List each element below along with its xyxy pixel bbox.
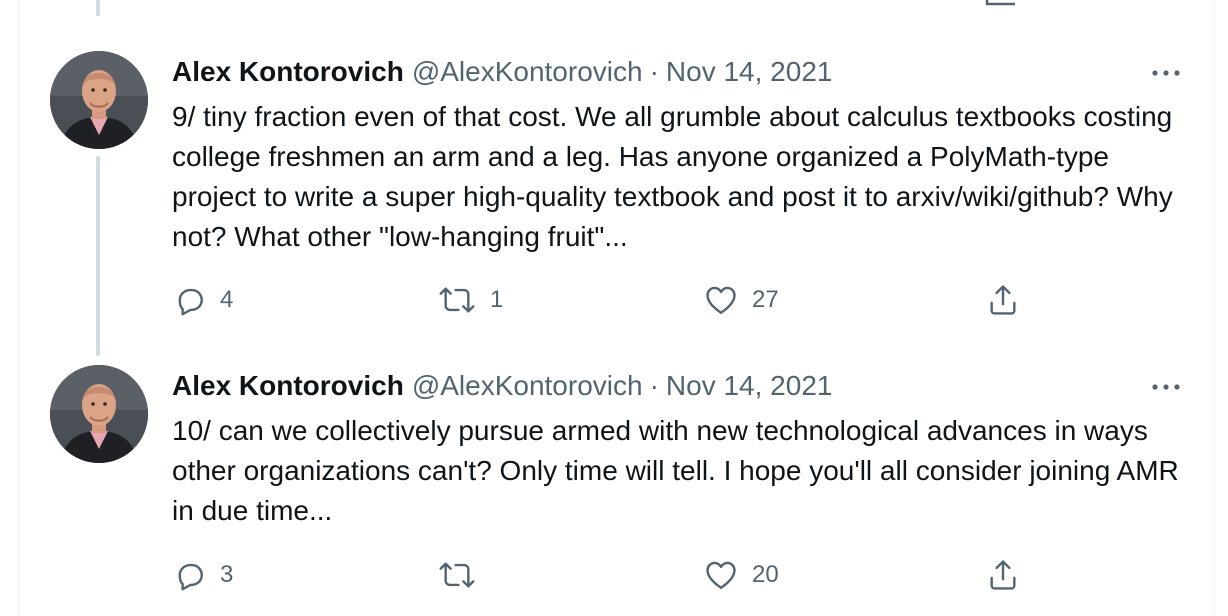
author-handle[interactable]: @AlexKontorovich — [412, 54, 643, 90]
tweet-text: 10/ can we collectively pursue armed wit… — [172, 415, 1179, 526]
reply-count: 4 — [220, 286, 234, 313]
author-name[interactable]: Alex Kontorovich — [172, 368, 404, 404]
reply-button[interactable]: 4 — [172, 283, 233, 317]
avatar[interactable] — [50, 365, 148, 463]
tweet-header: Alex Kontorovich @AlexKontorovich · Nov … — [172, 54, 832, 90]
share-button[interactable] — [986, 558, 1020, 592]
share-button[interactable] — [986, 283, 1020, 317]
share-icon — [990, 560, 1016, 590]
author-handle[interactable]: @AlexKontorovich — [412, 368, 643, 404]
tweet-date[interactable]: Nov 14, 2021 — [666, 54, 833, 90]
reply-icon — [178, 288, 203, 316]
more-dots-icon[interactable] — [1146, 58, 1186, 88]
avatar[interactable] — [50, 51, 148, 149]
timeline-border-right — [1214, 0, 1215, 616]
separator-dot: · — [649, 370, 659, 401]
heart-icon — [706, 286, 736, 314]
like-count: 20 — [752, 561, 779, 588]
timeline-border-left — [18, 0, 19, 616]
like-button[interactable]: 27 — [704, 283, 779, 317]
reply-count: 3 — [220, 561, 234, 588]
like-count: 27 — [752, 286, 779, 313]
share-icon — [990, 285, 1016, 315]
retweet-icon — [439, 562, 475, 588]
retweet-count: 1 — [490, 286, 504, 313]
more-dots-icon[interactable] — [1146, 372, 1186, 402]
thread-line-top — [96, 0, 100, 16]
thread-line-middle — [96, 156, 100, 356]
tweet-header: Alex Kontorovich @AlexKontorovich · Nov … — [172, 368, 832, 404]
reply-icon — [178, 563, 203, 591]
like-button[interactable]: 20 — [704, 558, 779, 592]
tweet-date[interactable]: Nov 14, 2021 — [666, 368, 833, 404]
retweet-icon — [439, 287, 475, 313]
retweet-button[interactable] — [438, 558, 490, 592]
heart-icon — [706, 561, 736, 589]
author-name[interactable]: Alex Kontorovich — [172, 54, 404, 90]
retweet-button[interactable]: 1 — [438, 283, 503, 317]
previous-tweet-share-icon[interactable] — [955, 0, 1015, 6]
separator-dot: · — [649, 56, 659, 87]
reply-button[interactable]: 3 — [172, 558, 233, 592]
tweet-text: 9/ tiny fraction even of that cost. We a… — [172, 101, 1173, 252]
